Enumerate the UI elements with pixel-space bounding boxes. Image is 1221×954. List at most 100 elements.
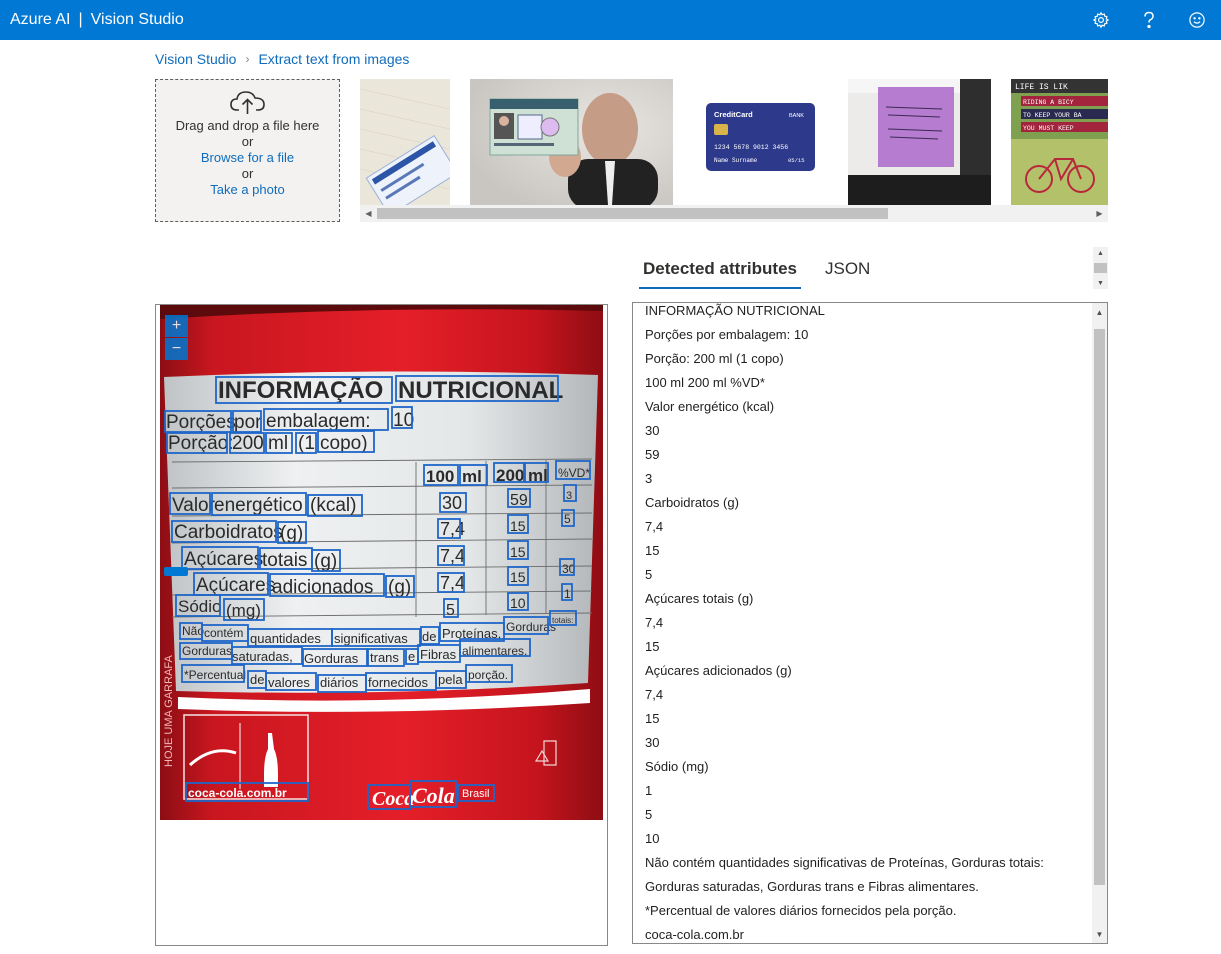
sample-thumb-credit-card[interactable]: CreditCard BANK 1234 5678 9012 3456 Name…	[693, 79, 823, 205]
label-footnote: Fibras	[420, 647, 457, 662]
tab-json[interactable]: JSON	[821, 255, 874, 289]
label-footnote: Não	[182, 624, 204, 638]
scrollbar-thumb[interactable]	[1094, 329, 1105, 885]
tabs-scrollbar[interactable]: ▲ ▼	[1093, 247, 1108, 289]
label-text: 7,4	[440, 519, 465, 539]
image-slider-handle[interactable]	[164, 567, 188, 576]
take-photo-link[interactable]: Take a photo	[156, 182, 339, 198]
label-text: 15	[510, 569, 526, 585]
sample-thumb-identity-card[interactable]	[470, 79, 673, 205]
label-text: adicionados	[272, 577, 373, 598]
sample-thumb-social-security-card[interactable]	[360, 79, 450, 205]
detected-text-panel: INFORMAÇÃO NUTRICIONAL Porções por embala…	[632, 302, 1108, 944]
chevron-right-icon: ›	[245, 52, 250, 66]
feedback-button[interactable]	[1173, 0, 1221, 40]
ocr-image-canvas[interactable]: INFORMAÇÃO NUTRICIONAL Porções por embal…	[160, 305, 603, 820]
detected-line[interactable]: 7,4	[645, 683, 1107, 707]
label-text: Açúcares	[184, 549, 263, 570]
scrollbar-thumb[interactable]	[1094, 263, 1107, 273]
detected-line[interactable]: 15	[645, 707, 1107, 731]
detected-line[interactable]: *Percentual de valores diários fornecido…	[645, 899, 1107, 923]
label-text: totais	[262, 550, 307, 571]
breadcrumb-home-link[interactable]: Vision Studio	[155, 51, 236, 67]
breadcrumb: Vision Studio › Extract text from images	[155, 51, 409, 67]
poster-line-2: RIDING A BICY	[1023, 99, 1074, 106]
label-text: 5	[564, 512, 571, 526]
detected-line[interactable]: 15	[645, 635, 1107, 659]
label-text: Açúcares	[196, 575, 275, 596]
detected-line[interactable]: 10	[645, 827, 1107, 851]
detected-line[interactable]: coca-cola.com.br	[645, 923, 1107, 943]
label-text: copo)	[320, 433, 368, 454]
label-footnote: fornecidos	[368, 675, 428, 690]
card-holder-text: Name Surname	[714, 157, 758, 164]
scroll-up-icon[interactable]: ▲	[1093, 247, 1108, 259]
label-text: 200	[232, 433, 264, 454]
detected-line[interactable]: Açúcares adicionados (g)	[645, 659, 1107, 683]
social-security-card-image	[360, 79, 450, 205]
sample-thumb-sticky-note[interactable]	[848, 79, 991, 205]
zoom-out-button[interactable]: −	[165, 338, 188, 360]
tab-detected-attributes[interactable]: Detected attributes	[639, 255, 801, 289]
detected-line[interactable]: Carboidratos (g)	[645, 491, 1107, 515]
label-text: ml	[268, 433, 288, 454]
sample-images-strip: CreditCard BANK 1234 5678 9012 3456 Name…	[360, 79, 1108, 205]
label-footnote: porção.	[468, 668, 508, 682]
card-brand-text: CreditCard	[714, 110, 753, 119]
label-text: (kcal)	[310, 495, 356, 516]
detected-line[interactable]: 30	[645, 731, 1107, 755]
or-text: or	[241, 134, 254, 149]
detected-line[interactable]: 5	[645, 803, 1107, 827]
detected-lines-list: INFORMAÇÃO NUTRICIONAL Porções por embala…	[633, 303, 1107, 943]
detected-line[interactable]: Valor energético (kcal)	[645, 395, 1107, 419]
detected-line[interactable]: 30	[645, 419, 1107, 443]
detected-line[interactable]: 1	[645, 779, 1107, 803]
label-footnote: contém	[204, 626, 243, 640]
detected-line[interactable]: Sódio (mg)	[645, 755, 1107, 779]
brasil-text: Brasil	[462, 788, 490, 800]
scroll-down-icon[interactable]: ▼	[1093, 277, 1108, 289]
label-text: ml	[462, 467, 482, 486]
label-footnote: *Percentual	[184, 668, 246, 682]
detected-line[interactable]: 59	[645, 443, 1107, 467]
detected-line[interactable]: INFORMAÇÃO NUTRICIONAL	[645, 303, 1107, 323]
scrollbar-thumb[interactable]	[377, 208, 888, 219]
browse-file-link[interactable]: Browse for a file	[156, 150, 339, 166]
sample-thumb-life-poster[interactable]: LIFE IS LIK RIDING A BICY TO KEEP YOUR B…	[1011, 79, 1108, 205]
label-text: embalagem:	[266, 411, 371, 432]
results-scrollbar[interactable]: ▲ ▼	[1092, 303, 1107, 943]
logo-text-2: Cola	[412, 783, 455, 808]
image-preview-panel: INFORMAÇÃO NUTRICIONAL Porções por embal…	[155, 304, 608, 946]
label-text: energético	[214, 495, 303, 516]
file-dropzone[interactable]: Drag and drop a file here or Browse for …	[155, 79, 340, 222]
label-footnote: pela	[438, 672, 463, 687]
detected-line[interactable]: Porção: 200 ml (1 copo)	[645, 347, 1107, 371]
scroll-down-icon[interactable]: ▼	[1092, 927, 1107, 941]
credit-card-image: CreditCard BANK 1234 5678 9012 3456 Name…	[693, 79, 823, 205]
settings-button[interactable]	[1077, 0, 1125, 40]
detected-line[interactable]: 5	[645, 563, 1107, 587]
brand-title[interactable]: Azure AI | Vision Studio	[0, 11, 184, 29]
detected-line[interactable]: Açúcares totais (g)	[645, 587, 1107, 611]
card-number-text: 1234 5678 9012 3456	[714, 144, 788, 151]
zoom-in-button[interactable]: +	[165, 315, 188, 337]
detected-line[interactable]: 7,4	[645, 515, 1107, 539]
label-text: Sódio	[178, 597, 221, 616]
detected-line[interactable]: 3	[645, 467, 1107, 491]
life-poster-image: LIFE IS LIK RIDING A BICY TO KEEP YOUR B…	[1011, 79, 1108, 205]
site-text: coca-cola.com.br	[188, 786, 287, 800]
label-text: 7,4	[440, 573, 465, 593]
help-button[interactable]	[1125, 0, 1173, 40]
detected-line[interactable]: 15	[645, 539, 1107, 563]
scroll-right-icon[interactable]: ▶	[1091, 205, 1108, 222]
scroll-left-icon[interactable]: ◀	[360, 205, 377, 222]
detected-line[interactable]: Porções por embalagem: 10	[645, 323, 1107, 347]
label-title-word-1: INFORMAÇÃO	[218, 376, 383, 404]
thumbnails-scrollbar[interactable]: ◀ ▶	[360, 205, 1108, 222]
detected-line[interactable]: 100 ml 200 ml %VD*	[645, 371, 1107, 395]
detected-line[interactable]: 7,4	[645, 611, 1107, 635]
detected-line[interactable]: Gorduras saturadas, Gorduras trans e Fib…	[645, 875, 1107, 899]
detected-line[interactable]: Não contém quantidades significativas de…	[645, 851, 1107, 875]
breadcrumb-current-link[interactable]: Extract text from images	[258, 51, 409, 67]
scroll-up-icon[interactable]: ▲	[1092, 305, 1107, 319]
